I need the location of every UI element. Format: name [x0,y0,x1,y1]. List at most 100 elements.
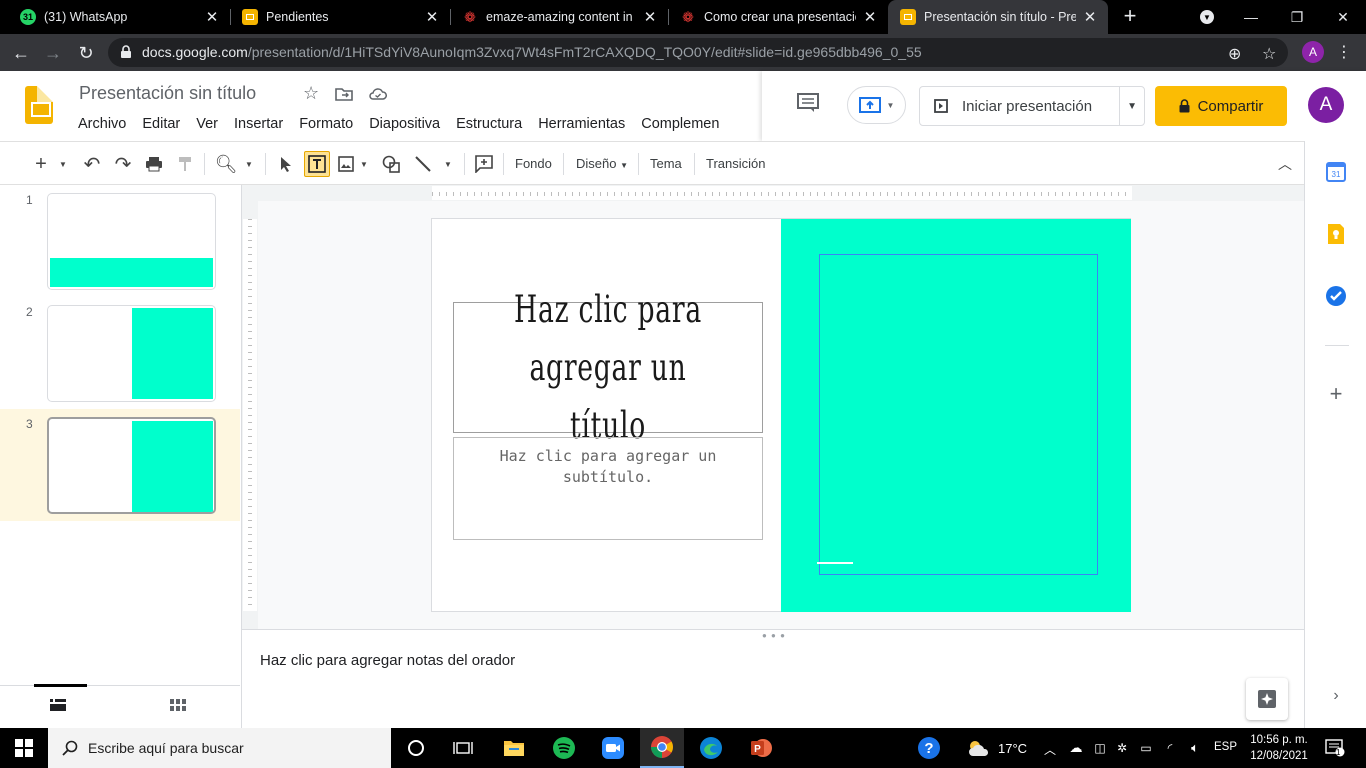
zoom-app-icon[interactable] [592,728,634,768]
chevron-down-icon[interactable]: ▼ [242,151,256,177]
tray-chevron-up-icon[interactable]: ︿ [1044,741,1056,758]
chevron-down-icon[interactable]: ▼ [358,151,370,177]
menu-insertar[interactable]: Insertar [234,116,283,132]
slide-thumbnail-3[interactable]: 3 [0,409,240,521]
reload-button[interactable]: ↻ [73,40,99,66]
weather-icon[interactable] [964,728,994,768]
chrome-icon[interactable] [640,728,684,768]
chevron-right-icon[interactable]: › [1325,685,1347,707]
undo-icon[interactable]: ↶ [80,151,104,177]
vertical-ruler[interactable] [242,201,258,629]
close-tab-icon[interactable]: ✕ [862,8,878,26]
spotify-icon[interactable] [543,728,585,768]
text-box-icon[interactable] [304,151,330,177]
calendar-icon[interactable]: 31 [1325,161,1347,183]
get-addons-icon[interactable]: + [1325,381,1347,406]
close-tab-icon[interactable]: ✕ [204,8,220,26]
menu-formato[interactable]: Formato [299,116,353,132]
collapse-toolbar-icon[interactable]: ︿ [1274,151,1296,177]
slide-thumbnail-2[interactable]: 2 [0,297,240,409]
cloud-saved-icon[interactable] [369,88,387,100]
edge-icon[interactable] [690,728,732,768]
paint-format-icon[interactable] [173,151,197,177]
horizontal-ruler[interactable] [242,185,1304,201]
transition-button[interactable]: Transición [706,156,765,171]
notes-resize-handle[interactable]: ● ● ● [242,629,1304,640]
close-tab-icon[interactable]: ✕ [424,8,440,26]
windows-start-icon[interactable] [0,728,48,768]
menu-ver[interactable]: Ver [196,116,218,132]
meet-now-icon[interactable]: ◫ [1090,728,1110,768]
explore-button[interactable] [1246,678,1288,720]
help-icon[interactable]: ? [916,728,942,768]
select-pointer-icon[interactable] [275,151,297,177]
app-tray-icon[interactable]: ✲ [1112,728,1132,768]
move-folder-icon[interactable] [335,87,353,101]
grid-view-icon[interactable] [170,699,186,711]
close-window-button[interactable]: ✕ [1320,0,1366,34]
tab-emaze[interactable]: ❁ emaze-amazing content in m ✕ [450,0,668,34]
task-view-icon[interactable] [443,728,483,768]
cortana-icon[interactable] [396,728,436,768]
start-presentation-main[interactable]: Iniciar presentación [920,87,1121,125]
zoom-icon[interactable]: 🔍︎ [214,151,238,177]
menu-editar[interactable]: Editar [142,116,180,132]
menu-archivo[interactable]: Archivo [78,116,126,132]
tab-search-button[interactable]: ▼ [1184,0,1230,34]
tab-whatsapp[interactable]: 31 (31) WhatsApp ✕ [8,0,230,34]
zoom-icon[interactable]: ⊕ [1228,44,1241,64]
onedrive-icon[interactable]: ☁ [1066,728,1086,768]
file-explorer-icon[interactable] [493,728,535,768]
insert-image-icon[interactable] [336,151,356,177]
background-button[interactable]: Fondo [515,156,552,171]
start-presentation-button[interactable]: Iniciar presentación ▼ [919,86,1145,126]
document-title[interactable]: Presentación sin título [79,83,256,104]
theme-button[interactable]: Tema [650,156,682,171]
restore-button[interactable]: ❐ [1274,0,1320,34]
selected-placeholder[interactable] [819,254,1098,575]
chevron-down-icon[interactable]: ▼ [56,151,70,177]
user-avatar[interactable]: A [1308,87,1344,123]
tasks-icon[interactable] [1325,285,1347,307]
menu-herramientas[interactable]: Herramientas [538,116,625,132]
browser-profile-avatar[interactable]: A [1302,41,1324,63]
add-comment-icon[interactable] [473,151,495,177]
powerpoint-icon[interactable]: P [740,728,782,768]
notification-center-icon[interactable]: 1 [1320,728,1350,768]
title-placeholder[interactable]: Haz clic para agregar un título [453,288,763,447]
keep-icon[interactable] [1325,223,1347,245]
chevron-down-icon[interactable]: ▼ [1120,101,1144,112]
tab-como-crear[interactable]: ❁ Como crear una presentacion ✕ [668,0,888,34]
volume-icon[interactable]: 🔈︎ [1184,728,1206,768]
tab-presentacion-active[interactable]: Presentación sin título - Prese ✕ [888,0,1108,34]
forward-button[interactable]: → [40,40,66,66]
subtitle-placeholder[interactable]: Haz clic para agregar un subtítulo. [453,437,763,540]
present-to-meeting-button[interactable]: ▼ [847,86,906,124]
print-icon[interactable] [142,151,166,177]
temperature-text[interactable]: 17°C [998,741,1027,756]
url-input[interactable]: docs.google.com/presentation/d/1HiTSdYiV… [108,38,1288,67]
share-button[interactable]: Compartir [1155,86,1287,126]
wifi-icon[interactable]: ◜ [1160,728,1180,768]
menu-complementos[interactable]: Complemen [641,116,719,132]
close-tab-icon[interactable]: ✕ [642,8,658,26]
chevron-down-icon[interactable]: ▼ [442,151,454,177]
tab-pendientes[interactable]: Pendientes ✕ [230,0,450,34]
minimize-button[interactable]: — [1228,0,1274,34]
bookmark-star-icon[interactable]: ☆ [1262,44,1276,64]
slides-logo-icon[interactable] [25,86,53,124]
menu-estructura[interactable]: Estructura [456,116,522,132]
current-slide[interactable]: Haz clic para agregar un título Haz clic… [431,218,1131,612]
browser-menu-icon[interactable]: ⋮ [1336,42,1352,62]
new-slide-button[interactable]: + [30,151,52,177]
menu-diapositiva[interactable]: Diapositiva [369,116,440,132]
layout-button[interactable]: Diseño ▼ [576,156,628,171]
comment-history-icon[interactable] [797,93,819,113]
speaker-notes[interactable]: Haz clic para agregar notas del orador [242,640,1304,728]
language-indicator[interactable]: ESP [1214,741,1237,753]
line-icon[interactable] [412,151,434,177]
clock[interactable]: 10:56 p. m. 12/08/2021 [1244,732,1314,764]
slide-thumbnail-1[interactable]: 1 [0,185,240,297]
shape-icon[interactable] [380,151,402,177]
redo-icon[interactable]: ↷ [111,151,135,177]
